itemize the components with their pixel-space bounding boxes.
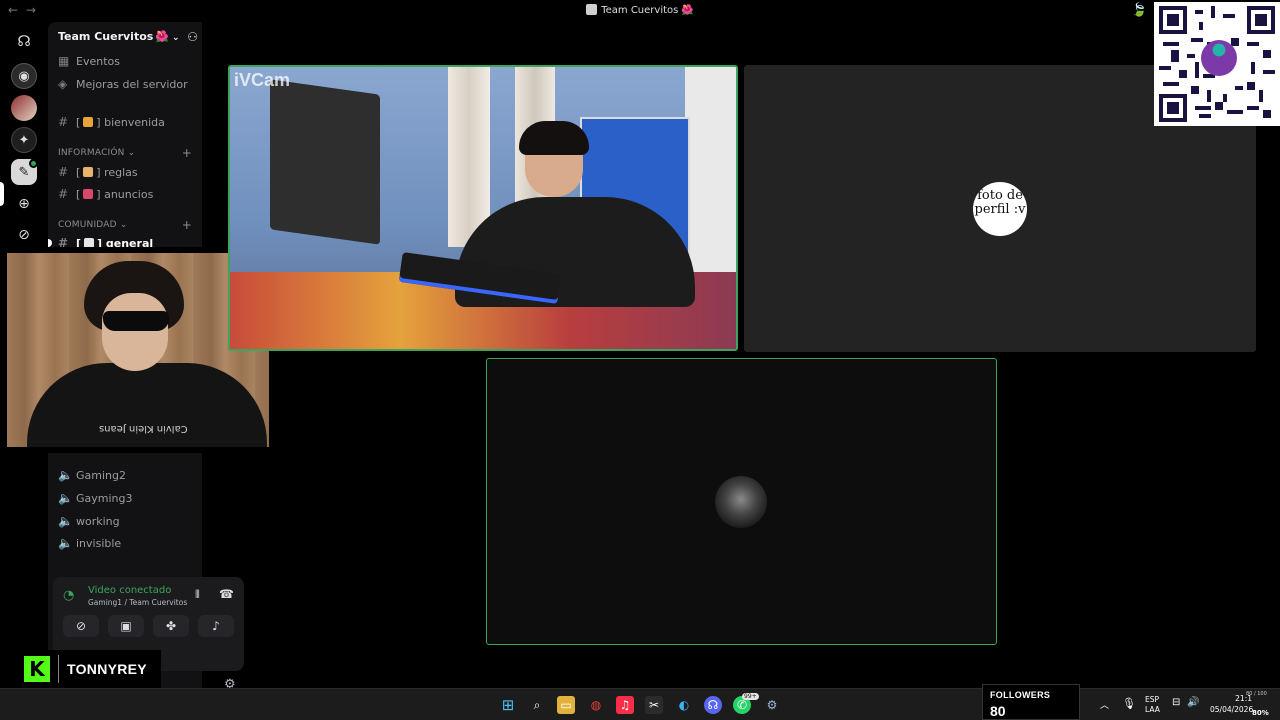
noise-suppression-icon[interactable]: ⦀ [195,588,200,602]
channel-reglas[interactable]: #[] reglas [58,163,138,181]
leaf-icon[interactable]: 🍃 [1131,3,1147,18]
explore-icon[interactable]: ⊘ [11,222,37,248]
category-informacion[interactable]: INFORMACIÓN ⌄ + [58,146,192,160]
whatsapp-badge: 99+ [742,693,759,700]
selected-server-indicator [0,182,4,206]
followers-counter: FOLLOWERS 80 [982,684,1080,720]
boost-icon: ◈ [58,77,68,91]
battery-fraction: 80 / 100 [1246,691,1267,697]
camera-off-icon: ⊘ [75,619,87,633]
microphone-icon[interactable]: 🎙 [1122,697,1136,710]
video-tile-ivcam[interactable]: iVCam [228,65,738,351]
discord-home-icon[interactable]: ☊ [11,28,37,54]
followers-count: 80 [990,703,1006,719]
emoji-icon [83,117,94,127]
channel-anuncios[interactable]: #[] anuncios [58,185,153,203]
windows-taskbar: ⊞ ⌕ ▭ ◍ ♫ ✂ ◐ ☊ ✆ 99+ ⚙ ︿ 🎙 ESP LAA ⊟ 🔊 … [0,688,1280,720]
hash-icon: # [58,165,69,179]
participant-avatar [715,476,767,528]
kick-logo: K [24,656,50,682]
chrome-icon[interactable]: ◍ [587,696,605,714]
activities-button[interactable]: ✤ [153,615,189,637]
sidebar-item-mejoras[interactable]: ◈ Mejoras del servidor [58,75,188,93]
hash-icon: # [58,187,69,201]
screen-share-button[interactable]: ▣ [108,615,144,637]
voice-active-dot [29,159,38,168]
chevron-down-icon: ⌄ [172,33,180,43]
discord-taskbar-icon[interactable]: ☊ [704,696,722,714]
speaker-icon: 🔈 [58,514,73,528]
signal-icon: ◔ [63,588,75,603]
streamer-badge: K TONNYREY [8,650,161,688]
flower-icon: 🌺 [681,5,694,16]
ivcam-watermark: iVCam [234,70,291,90]
windows-start-icon[interactable]: ⊞ [499,696,517,714]
invite-people-icon[interactable]: ⚇ [187,30,198,44]
voice-channel-invisible[interactable]: 🔈 invisible [58,534,121,552]
camera-off-button[interactable]: ⊘ [63,615,99,637]
voice-channel-gayming3[interactable]: 🔈 Gayming3 [58,489,133,507]
title-bar: ←→ Team Cuervitos 🌺 🍃 [0,0,1280,22]
soundboard-icon: ♪ [212,619,220,633]
tray-chevron-up-icon[interactable]: ︿ [1100,698,1109,711]
server-icon-3[interactable]: ✦ [11,127,37,153]
server-icon-1[interactable]: ◉ [11,63,37,89]
sunglasses [103,311,169,331]
snipping-tool-icon[interactable]: ✂ [645,696,663,714]
speaker-icon: 🔈 [58,468,73,482]
video-tile-participant-3[interactable] [486,358,997,645]
battery-percent: 80% [1252,709,1269,717]
speaker-icon: 🔈 [58,536,73,550]
channel-bienvenida[interactable]: #[] bienvenida [58,113,165,131]
volume-icon[interactable]: 🔊 [1187,697,1199,708]
music-icon[interactable]: ♫ [616,696,634,714]
emoji-icon [83,167,94,177]
window-title: Team Cuervitos 🌺 [0,4,1280,16]
activities-icon: ✤ [165,619,177,633]
network-icon[interactable]: ⊟ [1172,697,1180,708]
hash-icon: # [58,115,69,129]
speaker-icon: 🔈 [58,491,73,505]
streamer-username: TONNYREY [67,661,147,677]
qr-code-graphic [1159,6,1275,122]
unread-indicator [48,239,52,247]
emoji-icon [83,189,94,199]
add-channel-icon[interactable]: + [182,146,192,160]
disconnect-icon[interactable]: ☎ [219,587,234,601]
search-icon[interactable]: ⌕ [528,696,546,714]
voice-channel-working[interactable]: 🔈 working [58,512,120,530]
participant-avatar: foto de perfil :v [973,182,1027,236]
voice-status[interactable]: Video conectado [88,585,171,596]
add-server-icon[interactable]: ⊕ [11,191,37,217]
language-indicator[interactable]: ESP LAA [1145,695,1160,715]
screen-share-icon: ▣ [120,619,132,633]
file-explorer-icon[interactable]: ▭ [557,696,575,714]
sidebar-item-eventos[interactable]: ▦ Eventos [58,52,120,70]
add-channel-icon[interactable]: + [182,218,192,232]
voice-location[interactable]: Gaming1 / Team Cuervitos... [88,598,188,607]
server-header[interactable]: Team Cuervitos 🌺 ⌄ ⚇ [58,30,198,46]
soundboard-button[interactable]: ♪ [198,615,234,637]
voice-channel-gaming2[interactable]: 🔈 Gaming2 [58,466,126,484]
category-comunidad[interactable]: COMUNIDAD ⌄ + [58,218,192,232]
server-icon [586,4,598,15]
calendar-icon: ▦ [58,54,70,68]
edge-icon[interactable]: ◐ [675,696,693,714]
server-icon-2[interactable] [11,95,37,121]
yape-qr-code [1154,2,1280,126]
steam-icon[interactable]: ⚙ [763,696,781,714]
